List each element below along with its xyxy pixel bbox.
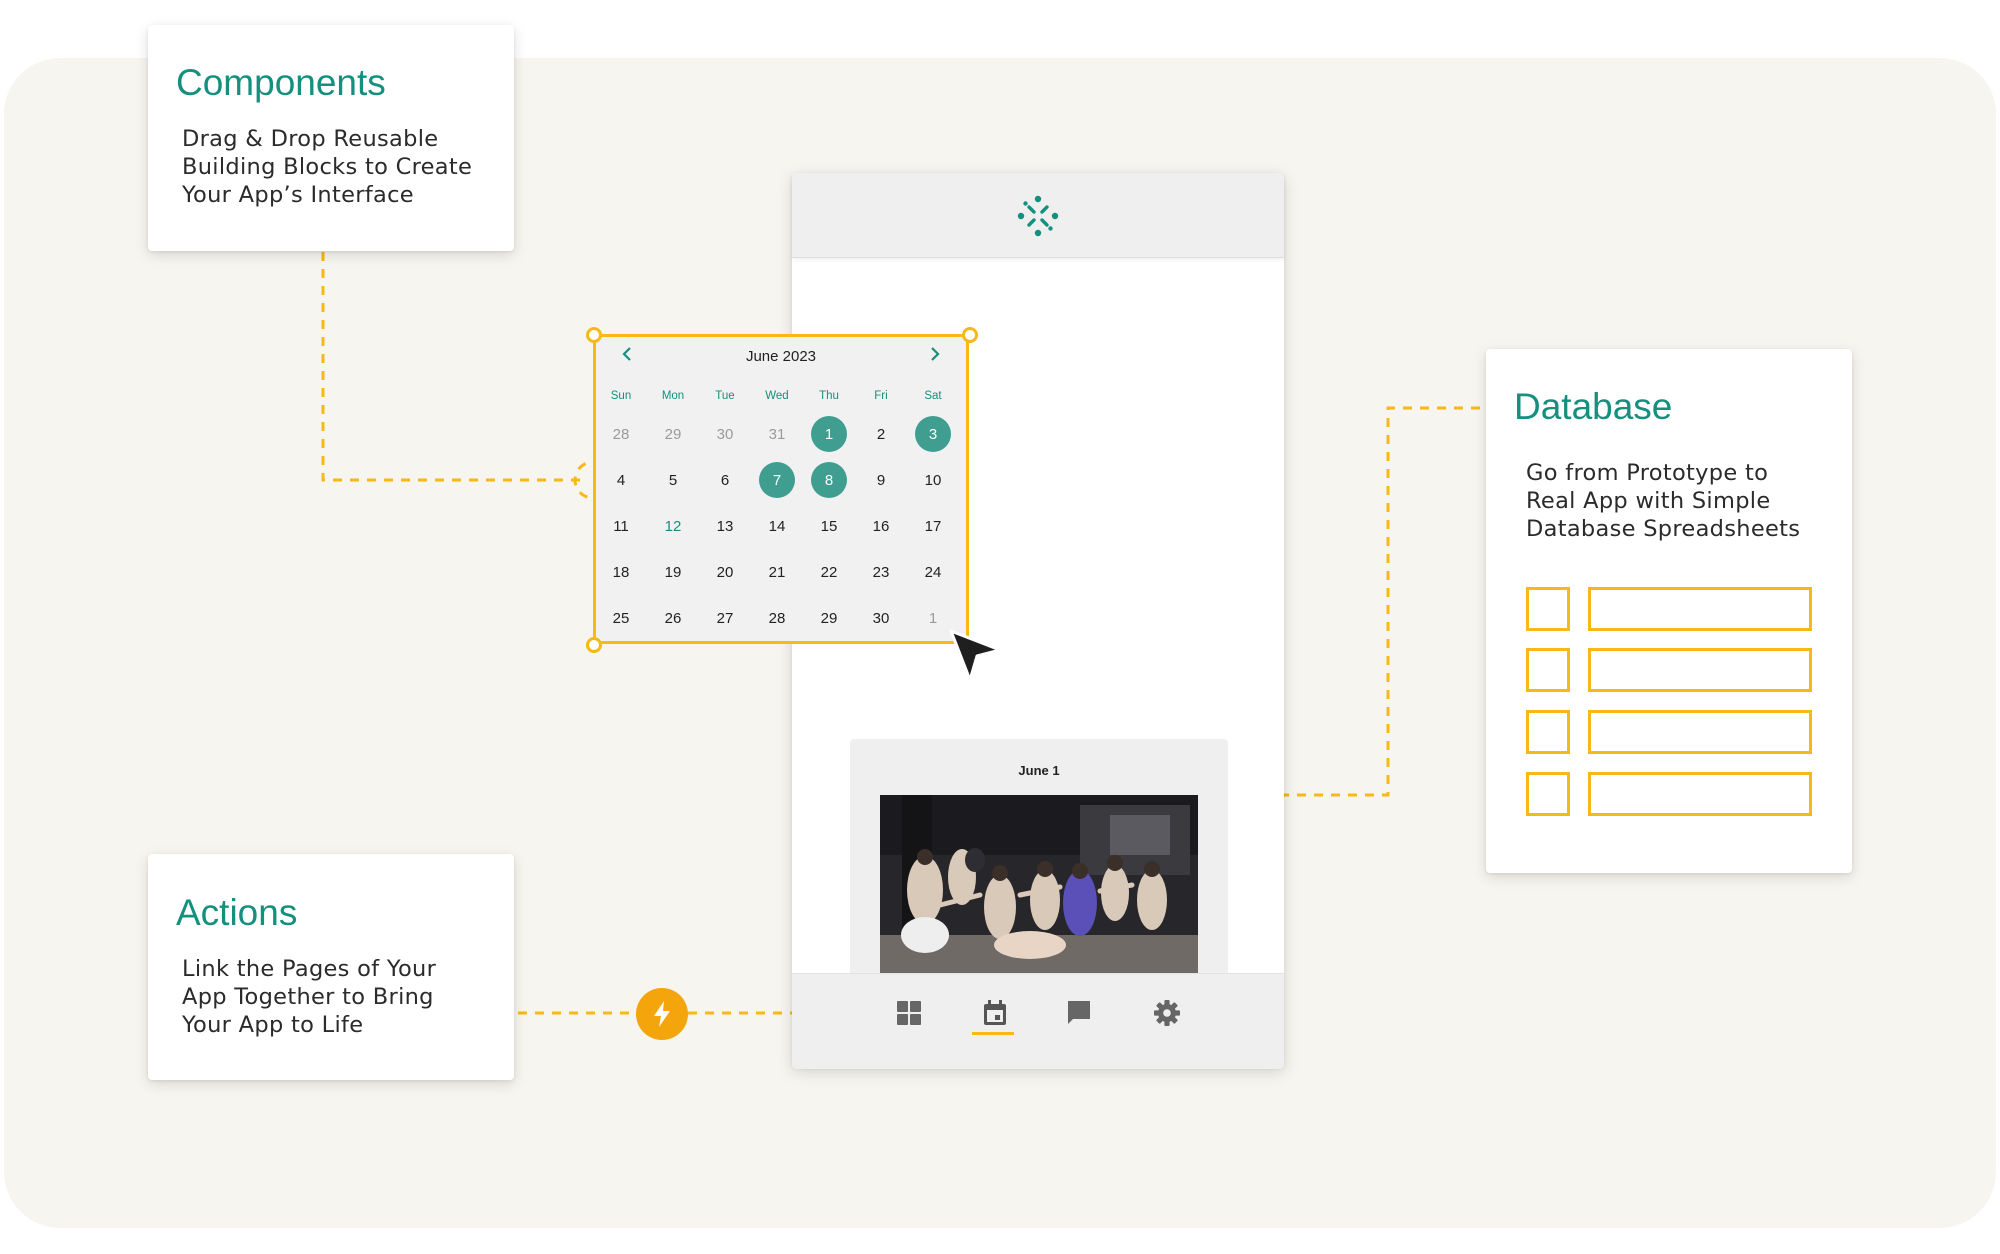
calendar-month-title: June 2023: [745, 348, 817, 365]
components-line-1: Drag & Drop Reusable: [182, 126, 439, 152]
calendar-day[interactable]: 9: [863, 462, 899, 498]
calendar-day[interactable]: 25: [603, 600, 639, 636]
database-line-3: Database Spreadsheets: [1526, 516, 1801, 542]
calendar-day[interactable]: 13: [707, 508, 743, 544]
calendar-day[interactable]: 28: [759, 600, 795, 636]
calendar-day[interactable]: 11: [603, 508, 639, 544]
calendar-day[interactable]: 2: [863, 416, 899, 452]
calendar-day[interactable]: 4: [603, 462, 639, 498]
calendar-day[interactable]: 18: [603, 554, 639, 590]
row-cell: [1526, 587, 1570, 631]
calendar-day[interactable]: 20: [707, 554, 743, 590]
database-line-2: Real App with Simple: [1526, 488, 1771, 514]
row-field: [1588, 648, 1812, 692]
calendar-day[interactable]: 12: [655, 508, 691, 544]
calendar-day[interactable]: 22: [811, 554, 847, 590]
actions-title: Actions: [176, 892, 298, 933]
resize-handle-bottom-left[interactable]: [586, 637, 602, 653]
calendar-day[interactable]: 30: [707, 416, 743, 452]
calendar-day[interactable]: 29: [655, 416, 691, 452]
actions-line-3: Your App to Life: [182, 1012, 364, 1038]
row-field: [1588, 710, 1812, 754]
event-card[interactable]: June 1: [850, 739, 1228, 973]
weekday-label: Wed: [765, 390, 789, 402]
weekday-label: Sun: [610, 390, 632, 402]
actions-line-2: App Together to Bring: [182, 984, 434, 1010]
calendar-component[interactable]: June 2023 Sun Mon Tue Wed Thu Fri Sat 28 29 30 31…: [593, 334, 969, 644]
database-line-1: Go from Prototype to: [1526, 460, 1769, 486]
calendar-day[interactable]: 1: [915, 600, 951, 636]
calendar-day[interactable]: 27: [707, 600, 743, 636]
active-tab-indicator: [972, 1032, 1014, 1035]
weekday-label: Thu: [819, 390, 839, 402]
action-bolt-icon: [636, 988, 688, 1040]
calendar-day[interactable]: 19: [655, 554, 691, 590]
chat-icon[interactable]: [1064, 998, 1094, 1028]
row-field: [1588, 772, 1812, 816]
weekday-label: Tue: [715, 390, 735, 402]
calendar-icon[interactable]: [980, 998, 1010, 1028]
calendar-day[interactable]: 24: [915, 554, 951, 590]
calendar-day[interactable]: 26: [655, 600, 691, 636]
calendar-day[interactable]: 21: [759, 554, 795, 590]
calendar-day[interactable]: 29: [811, 600, 847, 636]
calendar-day[interactable]: 16: [863, 508, 899, 544]
components-line-2: Building Blocks to Create: [182, 154, 473, 180]
app-logo-icon: [1017, 195, 1059, 237]
weekday-label: Mon: [661, 390, 685, 402]
resize-handle-top-left[interactable]: [586, 327, 602, 343]
row-field: [1588, 587, 1812, 631]
calendar-day[interactable]: 6: [707, 462, 743, 498]
event-photo: [880, 795, 1198, 973]
calendar-day[interactable]: 8: [811, 462, 847, 498]
mouse-cursor-icon: [949, 629, 1002, 682]
calendar-day[interactable]: 23: [863, 554, 899, 590]
row-cell: [1526, 772, 1570, 816]
database-title: Database: [1514, 386, 1673, 427]
grid-icon[interactable]: [894, 998, 924, 1028]
event-title: June 1: [1018, 763, 1060, 778]
gear-icon[interactable]: [1152, 998, 1182, 1028]
actions-line-1: Link the Pages of Your: [182, 956, 437, 982]
app-header: [792, 173, 1284, 258]
row-cell: [1526, 648, 1570, 692]
bottom-nav: [792, 973, 1284, 1069]
weekday-label: Sat: [924, 390, 942, 402]
calendar-day[interactable]: 31: [759, 416, 795, 452]
calendar-day[interactable]: 28: [603, 416, 639, 452]
components-card: Components Drag & Drop Reusable Building…: [148, 25, 514, 251]
calendar-day[interactable]: 1: [811, 416, 847, 452]
database-card: Database Go from Prototype to Real App w…: [1486, 349, 1852, 873]
calendar-day[interactable]: 30: [863, 600, 899, 636]
calendar-day[interactable]: 5: [655, 462, 691, 498]
components-line-3: Your App’s Interface: [182, 182, 414, 208]
calendar-day[interactable]: 7: [759, 462, 795, 498]
resize-handle-top-right[interactable]: [962, 327, 978, 343]
weekday-label: Fri: [874, 390, 888, 402]
calendar-day[interactable]: 3: [915, 416, 951, 452]
actions-card: Actions Link the Pages of Your App Toget…: [148, 854, 514, 1080]
chevron-right-icon[interactable]: [921, 340, 949, 368]
components-title: Components: [176, 62, 386, 103]
row-cell: [1526, 710, 1570, 754]
calendar-day[interactable]: 15: [811, 508, 847, 544]
calendar-day[interactable]: 14: [759, 508, 795, 544]
calendar-day[interactable]: 17: [915, 508, 951, 544]
calendar-day[interactable]: 10: [915, 462, 951, 498]
